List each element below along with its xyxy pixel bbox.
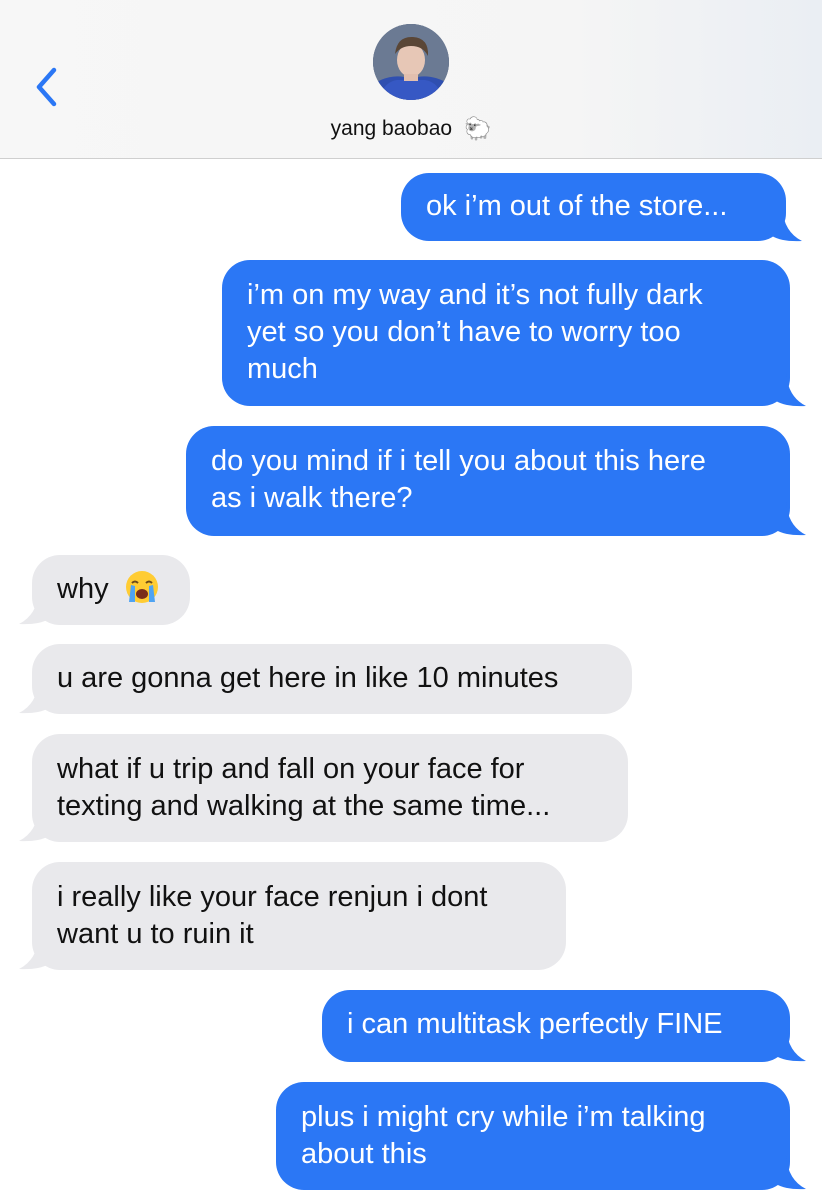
message-line: want u to ruin it: [57, 918, 254, 950]
sent-bubble-tail: [776, 373, 806, 407]
message-line: much: [247, 353, 318, 385]
message-line: as i walk there?: [211, 482, 413, 514]
sent-message-bubble[interactable]: i’m on my way and it’s not fully dark ye…: [222, 260, 790, 406]
message-text: u are gonna get here in like 10 minutes: [57, 662, 559, 694]
received-bubble-tail: [19, 936, 49, 970]
received-message-bubble[interactable]: what if u trip and fall on your face for…: [32, 734, 628, 842]
contact-title[interactable]: yang baobao 🐑: [0, 116, 822, 142]
message-line: what if u trip and fall on your face for: [57, 753, 525, 785]
sheep-icon: 🐑: [463, 116, 492, 141]
message-line: do you mind if i tell you about this her…: [211, 445, 706, 477]
sent-bubble-tail: [776, 502, 806, 536]
sent-bubble-tail: [772, 208, 802, 242]
contact-name: yang baobao: [330, 117, 453, 140]
sent-message-bubble[interactable]: ok i’m out of the store...: [401, 173, 786, 241]
sent-bubble-tail: [776, 1028, 806, 1062]
back-button[interactable]: [28, 62, 68, 112]
message-text: i can multitask perfectly FINE: [347, 1008, 723, 1040]
messages-screen: yang baobao 🐑 ok i’m out of the store...…: [0, 0, 822, 1200]
sent-message-bubble[interactable]: i can multitask perfectly FINE: [322, 990, 790, 1062]
message-line: i’m on my way and it’s not fully dark: [247, 279, 703, 311]
received-bubble-tail: [19, 808, 49, 842]
received-bubble-tail: [19, 680, 49, 714]
received-bubble-tail: [19, 591, 49, 625]
message-line: plus i might cry while i’m talking: [301, 1101, 706, 1133]
message-line: about this: [301, 1138, 427, 1170]
message-line: i really like your face renjun i dont: [57, 881, 488, 913]
conversation-header: yang baobao 🐑: [0, 0, 822, 159]
sent-message-bubble[interactable]: plus i might cry while i’m talking about…: [276, 1082, 790, 1190]
avatar-photo: [373, 24, 449, 100]
received-message-bubble[interactable]: i really like your face renjun i dont wa…: [32, 862, 566, 970]
received-message-bubble[interactable]: why: [32, 555, 190, 625]
message-text: ok i’m out of the store...: [426, 190, 728, 222]
received-message-bubble[interactable]: u are gonna get here in like 10 minutes: [32, 644, 632, 714]
chevron-left-icon: [36, 67, 57, 107]
message-line: texting and walking at the same time...: [57, 790, 551, 822]
sent-message-bubble[interactable]: do you mind if i tell you about this her…: [186, 426, 790, 536]
message-text: why: [57, 573, 109, 605]
message-line: yet so you don’t have to worry too: [247, 316, 681, 348]
sent-bubble-tail: [776, 1156, 806, 1190]
loudly-crying-face-icon: [125, 571, 158, 604]
contact-avatar[interactable]: [373, 24, 449, 100]
